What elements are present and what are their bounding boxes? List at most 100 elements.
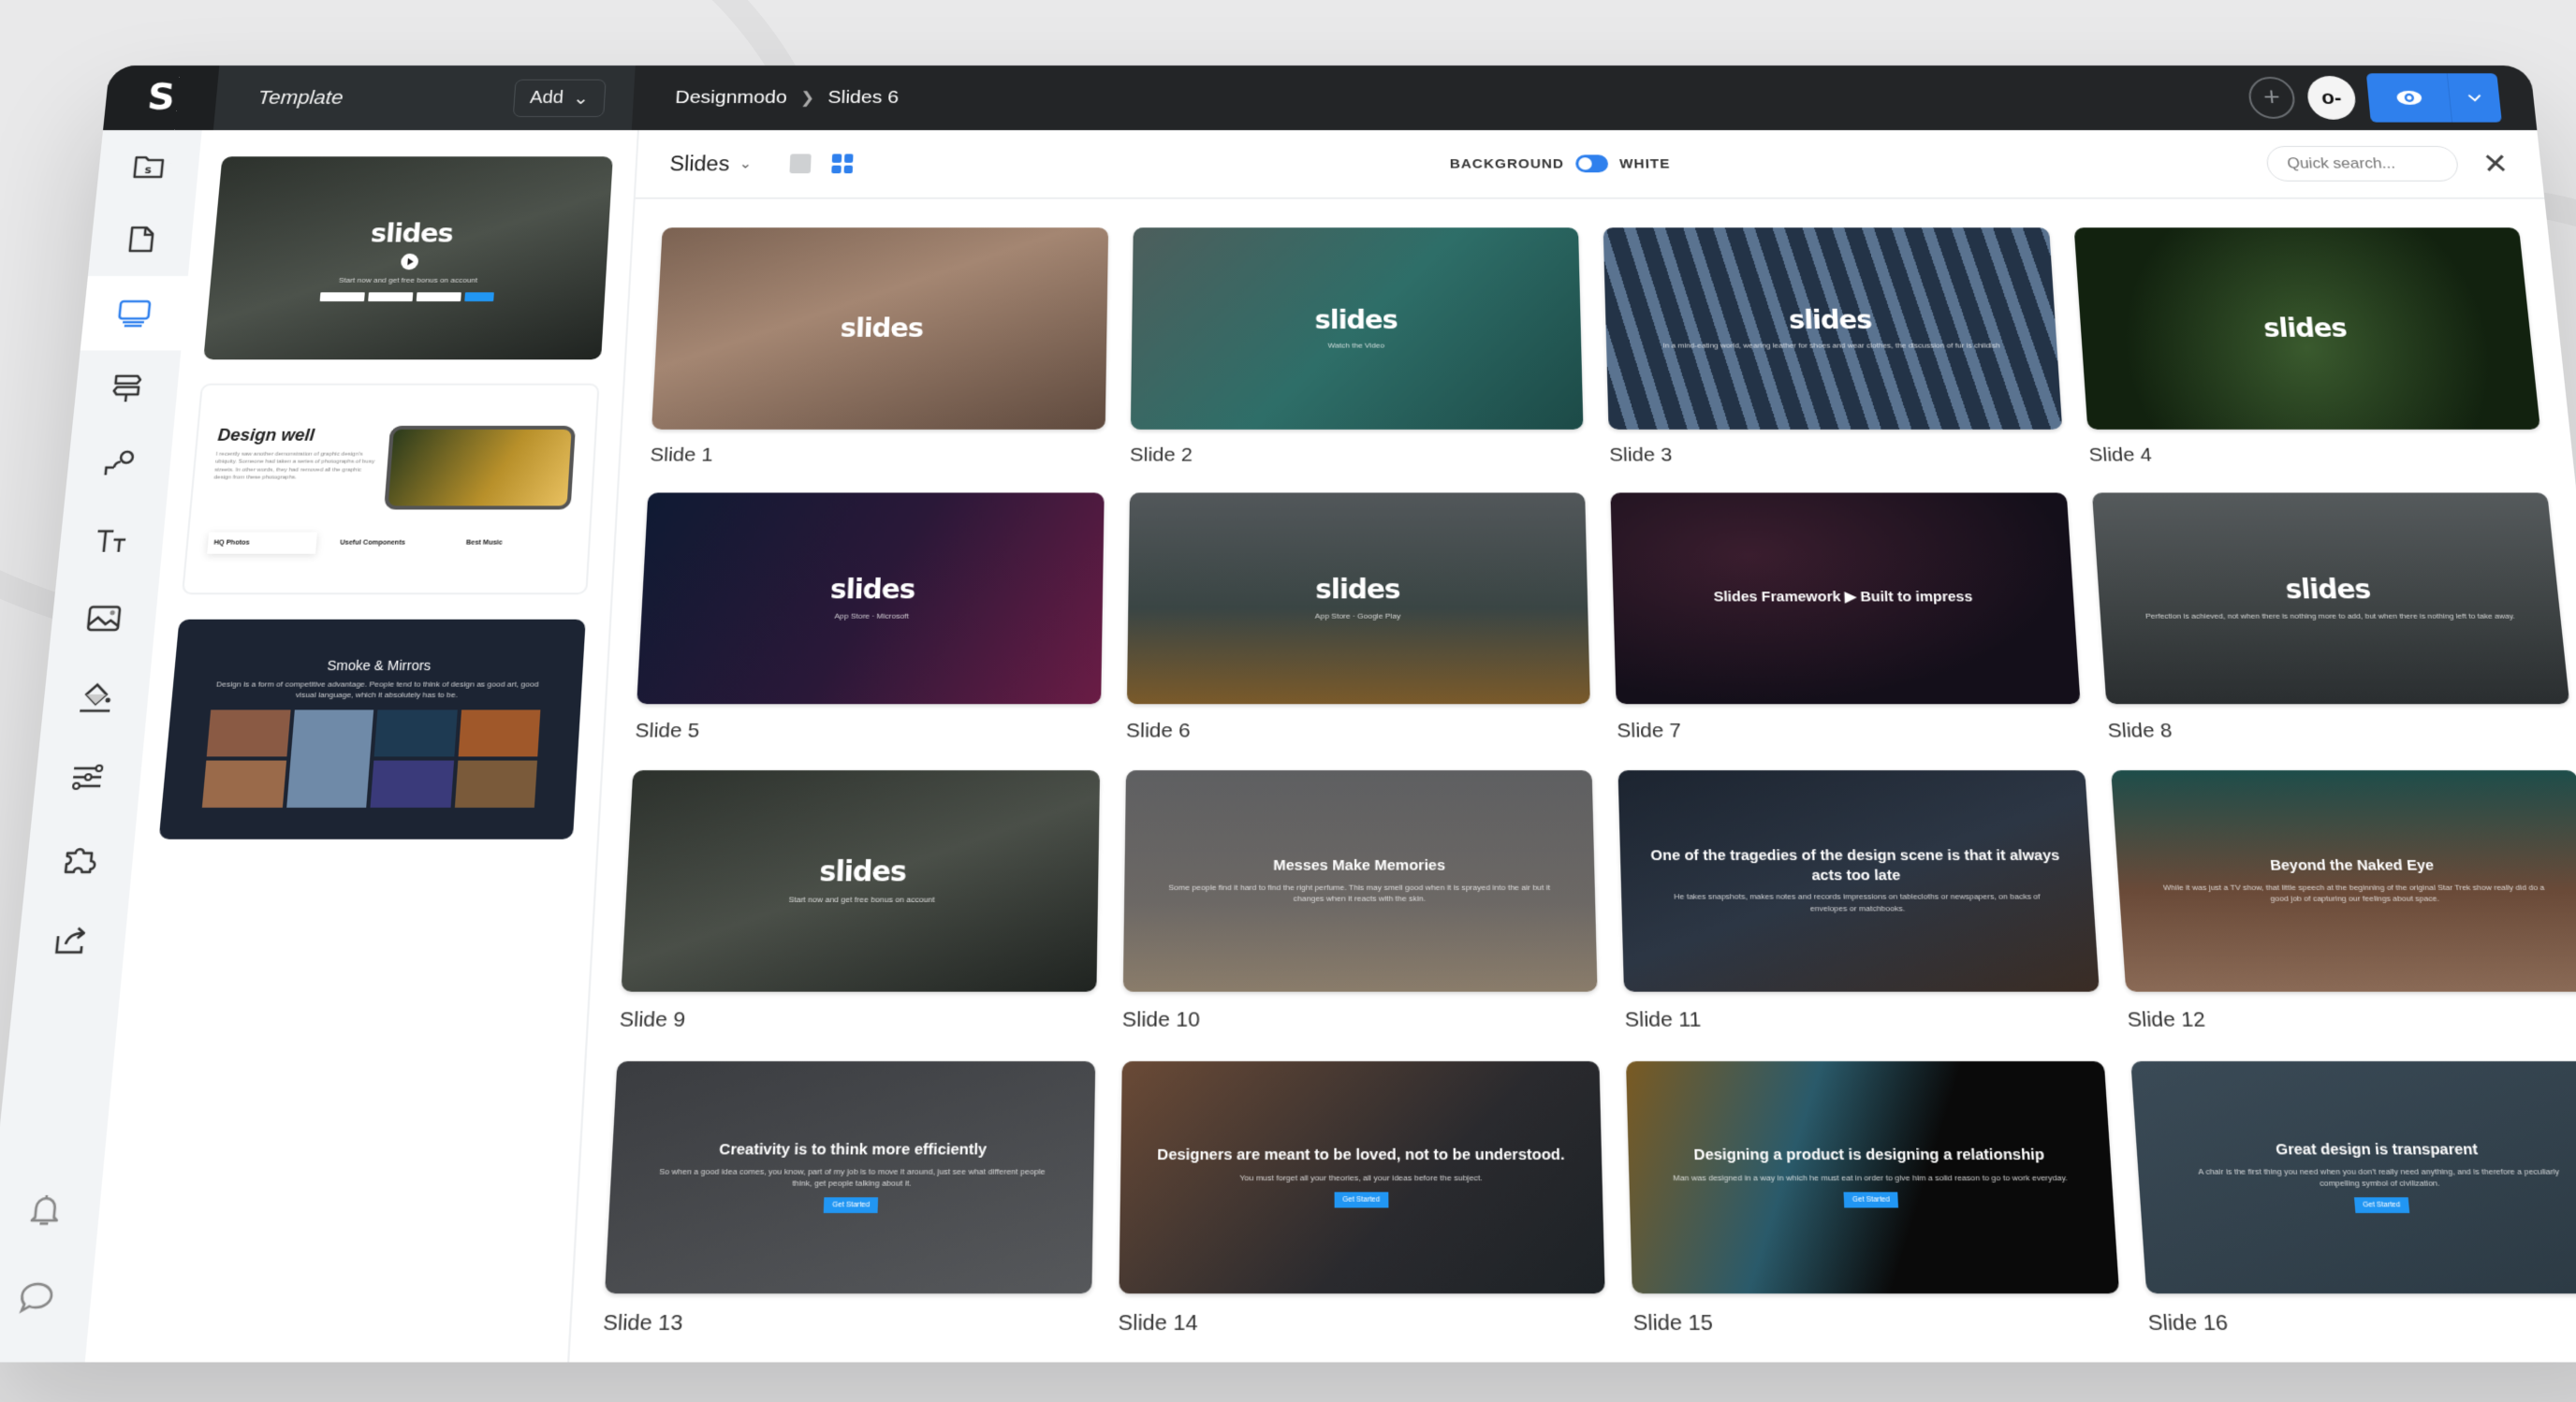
slide-card[interactable]: Great design is transparent A chair is th…	[2130, 1060, 2576, 1336]
slide-heading: slides	[1788, 304, 1873, 335]
slide-preview: Designing a product is designing a relat…	[1626, 1060, 2119, 1294]
slide-heading: slides	[2261, 313, 2349, 343]
slide-heading: slides	[840, 313, 924, 343]
slide-heading: Great design is transparent	[2275, 1140, 2479, 1159]
folder-s-icon: s	[131, 153, 166, 180]
close-icon[interactable]: ✕	[2481, 147, 2510, 181]
slide-subtext: While it was just a TV show, that little…	[2162, 883, 2545, 903]
slide-heading: slides	[2284, 573, 2372, 606]
slide-card[interactable]: Slides Framework ▶ Built to impress Slide…	[1610, 492, 2082, 742]
thumbnail-caption: Start now and get free bonus on account	[338, 275, 478, 285]
sidebar-item-slides[interactable]	[80, 275, 188, 351]
background-toggle: BACKGROUND WHITE	[1449, 154, 1671, 173]
slides-dropdown[interactable]: Slides ⌄	[669, 152, 753, 175]
breadcrumb-item[interactable]: Slides 6	[827, 87, 899, 108]
monitor-icon	[115, 299, 153, 328]
avatar[interactable]: o-	[2305, 76, 2358, 120]
logo[interactable]: S	[103, 66, 220, 131]
single-view-icon[interactable]	[789, 153, 812, 174]
slide-heading: Slides Framework ▶ Built to impress	[1713, 589, 1973, 606]
sidebar-item-project[interactable]: s	[95, 130, 202, 202]
feature-item: HQ Photos	[207, 533, 317, 554]
slide-preview: Messes Make Memories Some people find it …	[1122, 770, 1598, 992]
sidebar-item-typography[interactable]	[56, 502, 167, 579]
quick-search-input[interactable]	[2265, 145, 2460, 182]
thumbnail-card[interactable]: slides Start now and get free bonus on a…	[203, 156, 613, 360]
thumbnail-text: I recently saw another demonstration of …	[213, 451, 375, 481]
sidebar-item-notifications[interactable]	[0, 1167, 104, 1253]
sidebar-item-elements[interactable]	[65, 426, 174, 503]
play-icon	[400, 253, 419, 270]
plus-icon: +	[2261, 82, 2282, 112]
feature-item: Useful Components	[339, 539, 406, 547]
background-label: BACKGROUND	[1449, 155, 1565, 171]
slide-card[interactable]: slides App Store · Microsoft Slide 5	[634, 492, 1105, 742]
slide-preview: slides App Store · Google Play	[1126, 492, 1590, 705]
sidebar-item-colors[interactable]	[40, 658, 152, 738]
preview-button[interactable]	[2365, 73, 2453, 123]
slide-heading: Designers are meant to be loved, not to …	[1157, 1146, 1565, 1164]
slide-preview: slides Perfection is achieved, not when t…	[2091, 492, 2570, 705]
slide-preview: One of the tragedies of the design scene…	[1617, 770, 2100, 992]
slide-card[interactable]: Designers are meant to be loved, not to …	[1118, 1060, 1606, 1336]
slide-card[interactable]: Designing a product is designing a relat…	[1626, 1060, 2122, 1336]
slide-label: Slide 5	[634, 719, 700, 742]
thumbnail-card[interactable]: Design well I recently saw another demon…	[181, 383, 600, 595]
slide-card[interactable]: slides Slide 4	[2073, 227, 2544, 466]
slide-preview: slides In a mind-eating world, wearing le…	[1603, 227, 2062, 430]
paint-bucket-icon	[77, 680, 116, 713]
bell-icon	[28, 1192, 63, 1228]
slide-card[interactable]: slides Start now and get free bonus on ac…	[619, 770, 1100, 1032]
slide-card[interactable]: Messes Make Memories Some people find it …	[1122, 770, 1599, 1032]
slide-subtext: App Store · Google Play	[1314, 611, 1401, 621]
thumbnail-text: Design is a form of competitive advantag…	[215, 679, 539, 700]
slide-heading: One of the tragedies of the design scene…	[1650, 847, 2060, 884]
slide-label: Slide 10	[1121, 1008, 1201, 1032]
slide-card[interactable]: slides App Store · Google Play Slide 6	[1126, 492, 1591, 742]
project-header: Template Add ⌄	[212, 66, 636, 131]
thumbnail-card[interactable]: Smoke & Mirrors Design is a form of comp…	[158, 619, 586, 840]
chevron-right-icon: ❯	[799, 88, 815, 107]
slide-card[interactable]: slides Watch the Video Slide 2	[1130, 227, 1585, 466]
sidebar-item-navigation[interactable]	[72, 350, 181, 425]
slide-heading: slides	[818, 854, 907, 888]
avatar-glyph: o-	[2320, 86, 2343, 109]
chevron-down-icon: ⌄	[739, 156, 753, 172]
signpost-icon	[110, 372, 144, 403]
slide-subtext: A chair is the first thing you need when…	[2198, 1166, 2560, 1189]
slide-subtext: Some people find it hard to find the rig…	[1168, 883, 1551, 903]
slide-card[interactable]: Creativity is to think more efficiently S…	[603, 1060, 1095, 1336]
slide-card[interactable]: slides In a mind-eating world, wearing le…	[1603, 227, 2065, 466]
slide-cta-button: Get Started	[2353, 1197, 2409, 1214]
eye-icon	[2395, 90, 2422, 105]
slide-heading: Designing a product is designing a relat…	[1693, 1146, 2045, 1164]
slide-card[interactable]: slides Perfection is achieved, not when t…	[2091, 492, 2573, 742]
background-switch[interactable]	[1575, 154, 1609, 173]
add-button[interactable]: Add ⌄	[512, 79, 607, 117]
sidebar-item-settings[interactable]	[32, 738, 144, 818]
slide-label: Slide 6	[1125, 719, 1191, 742]
sidebar-item-export[interactable]	[15, 899, 129, 982]
slide-label: Slide 1	[649, 444, 714, 466]
thumbnail-title: slides	[369, 218, 454, 249]
breadcrumb-item[interactable]: Designmodo	[675, 87, 787, 108]
sidebar-item-images[interactable]	[49, 579, 159, 658]
sidebar-item-plugins[interactable]	[23, 817, 137, 898]
slide-subtext: You must forget all your theories, all y…	[1239, 1173, 1483, 1183]
slide-card[interactable]: Beyond the Naked Eye While it was just a …	[2110, 770, 2576, 1032]
slide-card[interactable]: slides Slide 1	[650, 227, 1108, 466]
preview-dropdown[interactable]	[2448, 73, 2502, 122]
slide-preview: Creativity is to think more efficiently S…	[605, 1060, 1095, 1294]
slide-preview: slides App Store · Microsoft	[637, 492, 1105, 705]
share-icon	[52, 924, 93, 956]
grid-view-icon[interactable]	[831, 153, 854, 174]
add-circle-button[interactable]: +	[2247, 77, 2297, 119]
slide-card[interactable]: One of the tragedies of the design scene…	[1617, 770, 2102, 1032]
slide-subtext: Start now and get free bonus on account	[788, 895, 935, 904]
slide-preview: Beyond the Naked Eye While it was just a …	[2110, 770, 2576, 992]
sidebar-item-chat[interactable]	[0, 1253, 95, 1340]
preview-button-group	[2365, 73, 2502, 123]
main-content: Slides ⌄ BACKGROUND WHITE ✕ slides Slide 1…	[569, 130, 2576, 1362]
sidebar-item-pages[interactable]	[88, 203, 195, 276]
thumbnail-title: Smoke & Mirrors	[326, 657, 432, 674]
